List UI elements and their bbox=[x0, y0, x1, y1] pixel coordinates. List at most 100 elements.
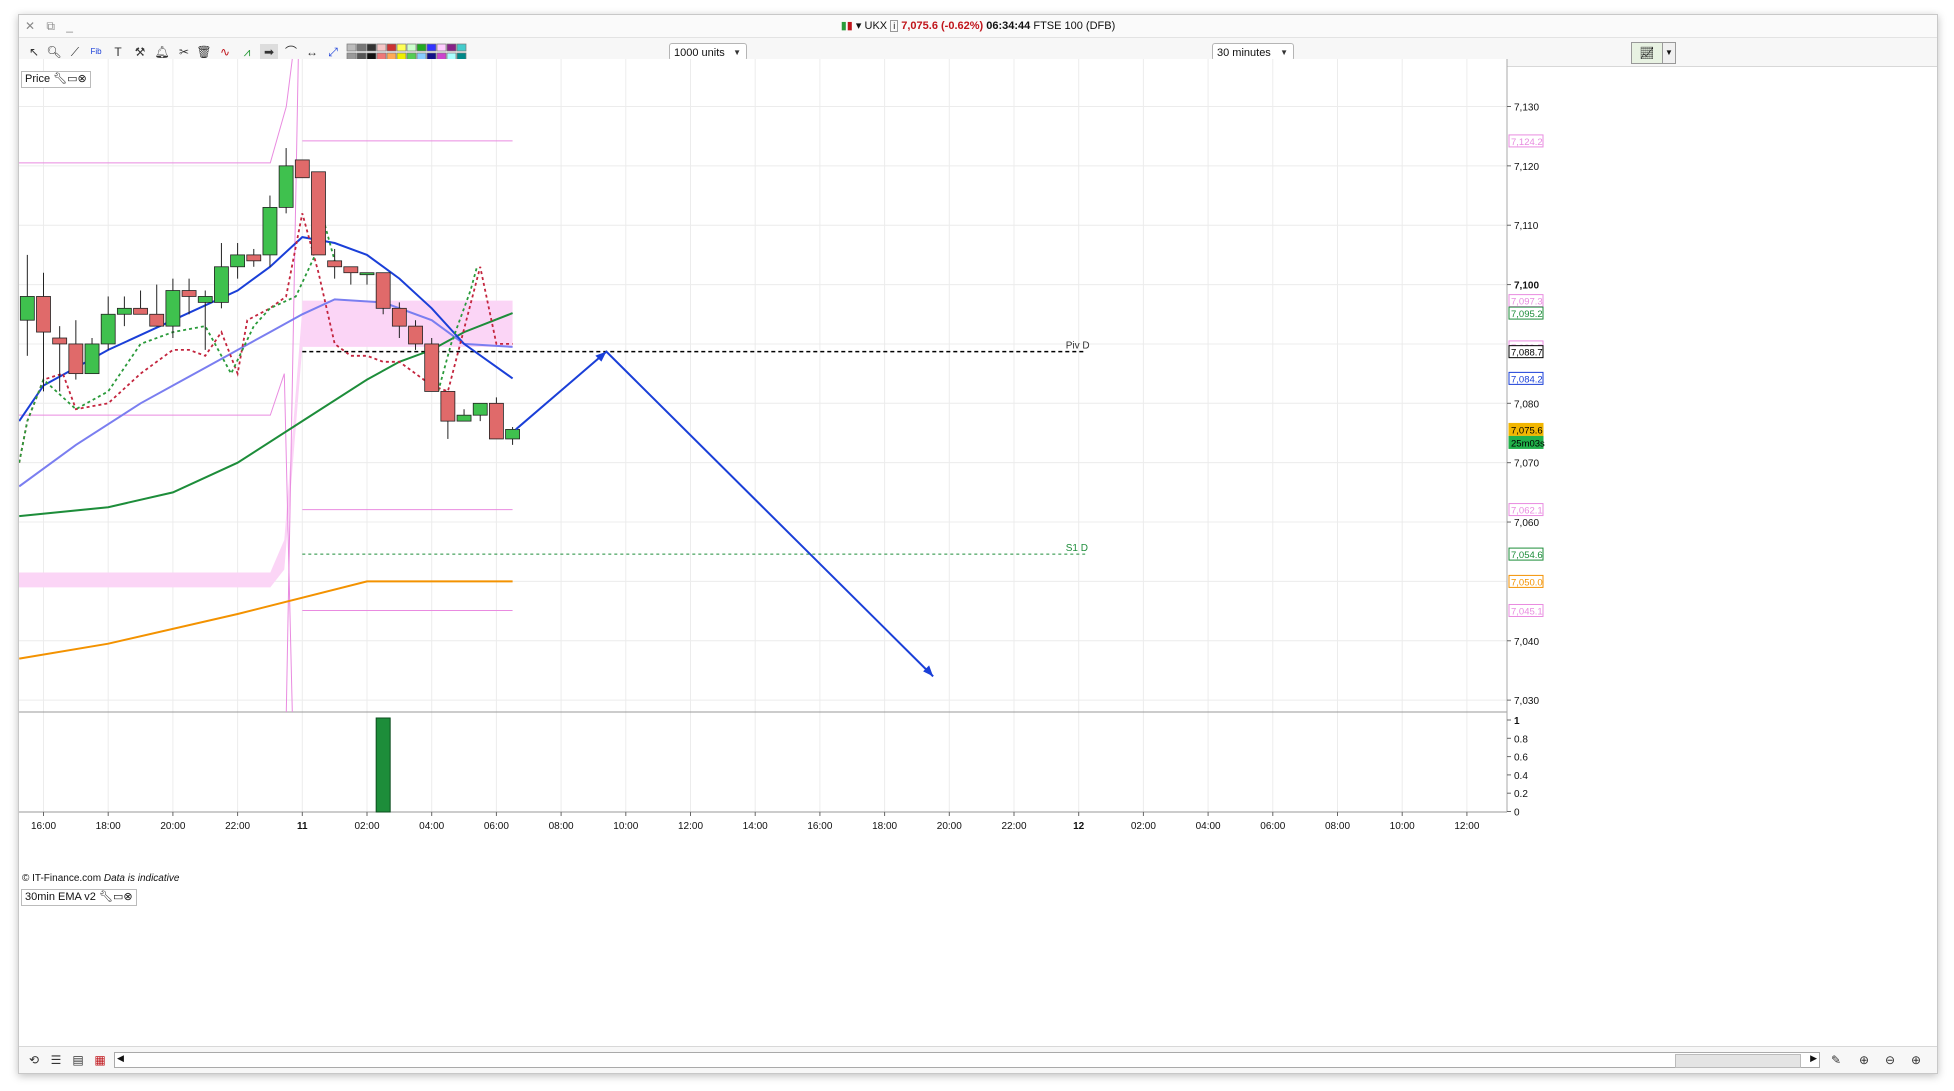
price-marker: 7,075.6 bbox=[1508, 422, 1544, 436]
price-marker-label: 7,124.2 bbox=[1511, 137, 1543, 148]
time-tick-label: 10:00 bbox=[1390, 821, 1415, 832]
candle-body bbox=[456, 414, 472, 422]
candle-body bbox=[472, 402, 488, 416]
candle-body bbox=[311, 171, 326, 256]
candle-body bbox=[343, 266, 359, 274]
price-tick-label: 7,030 bbox=[1514, 696, 1539, 707]
time-tick-label: 16:00 bbox=[31, 821, 56, 832]
candle bbox=[424, 338, 440, 392]
candle-body bbox=[294, 159, 310, 179]
chart-area[interactable]: Piv DS1 D7,1307,1207,1107,1007,0807,0707… bbox=[19, 15, 1937, 1073]
time-tick-label: 12:00 bbox=[678, 821, 703, 832]
zoom-out-icon[interactable]: ⊖ bbox=[1881, 1052, 1899, 1068]
candle-body bbox=[149, 313, 165, 327]
s1-label: S1 D bbox=[1066, 543, 1088, 554]
price-marker-label: 25m03s bbox=[1511, 438, 1545, 449]
time-tick-label: 08:00 bbox=[549, 821, 574, 832]
price-tick-label: 7,040 bbox=[1514, 637, 1539, 648]
candle-body bbox=[230, 254, 246, 268]
candle-body bbox=[52, 337, 68, 345]
window-icon[interactable]: ▭ bbox=[113, 891, 123, 903]
scroll-right-icon[interactable]: ▶ bbox=[1810, 1053, 1817, 1064]
indicator-tick-label: 0.2 bbox=[1514, 789, 1528, 800]
candle-body bbox=[197, 296, 213, 303]
drawing-icon[interactable]: ✎ bbox=[1827, 1052, 1845, 1068]
candle-body bbox=[116, 307, 132, 315]
price-axis: 7,130 7,120 7,110 7,100 7,080 7,070 7,060 7,040… bbox=[1507, 102, 1545, 707]
pivot-label: Piv D bbox=[1066, 341, 1090, 352]
candle-body bbox=[68, 343, 84, 375]
chart-window: ✕ ⧉ _ ▮▮ ▾ UKX i 7,075.6 (-0.62%) 06:34:… bbox=[18, 14, 1938, 1074]
close-icon[interactable]: ⊗ bbox=[123, 891, 132, 903]
candle bbox=[294, 159, 310, 179]
candle-body bbox=[327, 260, 343, 268]
watermark: © IT-Finance.com Data is indicative bbox=[22, 873, 180, 884]
price-marker-label: 7,095.2 bbox=[1511, 309, 1543, 320]
chart-refresh-icon[interactable]: ⟲ bbox=[25, 1052, 43, 1068]
indicator-bar bbox=[375, 717, 391, 813]
time-axis: 16:00 18:00 20:00 22:00 11 02:00 04:00 06:00 08:… bbox=[31, 812, 1480, 832]
price-marker-label: 7,075.6 bbox=[1511, 425, 1543, 436]
scroll-left-icon[interactable]: ◀ bbox=[117, 1053, 124, 1064]
price-marker-label: 7,054.6 bbox=[1511, 550, 1543, 561]
time-tick-label: 16:00 bbox=[807, 821, 832, 832]
time-tick-label: 06:00 bbox=[484, 821, 509, 832]
price-marker: 25m03s bbox=[1508, 435, 1545, 449]
scroll-thumb[interactable] bbox=[1675, 1054, 1801, 1068]
time-tick-label: 18:00 bbox=[872, 821, 897, 832]
price-tick-label: 7,070 bbox=[1514, 459, 1539, 470]
price-tick-label: 7,110 bbox=[1514, 221, 1539, 232]
time-tick-label: 02:00 bbox=[1131, 821, 1156, 832]
settings-icon[interactable]: ☰ bbox=[47, 1052, 65, 1068]
candle-body bbox=[391, 307, 407, 327]
layout-icon[interactable]: ▦ bbox=[91, 1052, 109, 1068]
candle-body bbox=[36, 296, 51, 333]
window-icon[interactable]: ▭ bbox=[67, 73, 77, 85]
indicator-label-text: 30min EMA v2 bbox=[25, 891, 96, 903]
wrench-icon[interactable]: 🔧︎ bbox=[53, 73, 67, 85]
time-tick-label: 04:00 bbox=[1196, 821, 1221, 832]
indicator-tick-label: 0.6 bbox=[1514, 753, 1528, 764]
candle-body bbox=[133, 307, 148, 315]
time-tick-label: 04:00 bbox=[419, 821, 444, 832]
candle bbox=[375, 272, 391, 315]
price-tick-label: 7,130 bbox=[1514, 102, 1539, 113]
price-tick-label: 7,060 bbox=[1514, 518, 1539, 529]
price-panel-bg bbox=[19, 59, 1507, 712]
price-panel-label[interactable]: Price 🔧︎▭⊗ bbox=[21, 71, 91, 88]
time-tick-label: 08:00 bbox=[1325, 821, 1350, 832]
time-scrollbar[interactable]: ◀ ▶ bbox=[114, 1052, 1820, 1068]
time-tick-label: 06:00 bbox=[1260, 821, 1285, 832]
candle bbox=[311, 171, 326, 256]
close-icon[interactable]: ⊗ bbox=[78, 73, 87, 85]
candle-body bbox=[165, 290, 181, 327]
candle-body bbox=[181, 290, 197, 297]
wrench-icon[interactable]: 🔧︎ bbox=[99, 891, 113, 903]
price-marker-label: 7,084.2 bbox=[1511, 374, 1543, 385]
price-marker-label: 7,097.3 bbox=[1511, 297, 1543, 308]
candle-body bbox=[424, 343, 440, 392]
indicator-tick-label: 1 bbox=[1514, 716, 1520, 727]
indicator-panel-bg bbox=[19, 715, 1507, 812]
indicator-tick-label: 0.8 bbox=[1514, 734, 1528, 745]
indicator-panel-label[interactable]: 30min EMA v2 🔧︎▭⊗ bbox=[21, 889, 137, 906]
time-tick-label: 02:00 bbox=[354, 821, 379, 832]
zoom-fit-icon[interactable]: ⊕ bbox=[1855, 1052, 1873, 1068]
price-marker: 7,050.0 bbox=[1508, 574, 1544, 588]
price-marker-label: 7,050.0 bbox=[1511, 577, 1543, 588]
price-marker-label: 7,062.1 bbox=[1511, 506, 1543, 517]
time-tick-label: 20:00 bbox=[160, 821, 185, 832]
time-tick-label: 12 bbox=[1073, 821, 1085, 832]
candle-body bbox=[408, 325, 423, 345]
price-marker: 7,124.2 bbox=[1508, 134, 1544, 148]
candle-body bbox=[19, 296, 35, 321]
time-tick-label: 18:00 bbox=[96, 821, 121, 832]
price-marker: 7,062.1 bbox=[1508, 503, 1544, 517]
candle-body bbox=[246, 254, 262, 262]
price-marker: 7,045.1 bbox=[1508, 603, 1544, 617]
candle-body bbox=[100, 313, 116, 345]
list-icon[interactable]: ▤ bbox=[69, 1052, 87, 1068]
price-marker-label: 7,045.1 bbox=[1511, 606, 1543, 617]
candle-body bbox=[359, 272, 375, 276]
zoom-in-icon[interactable]: ⊕ bbox=[1907, 1052, 1925, 1068]
